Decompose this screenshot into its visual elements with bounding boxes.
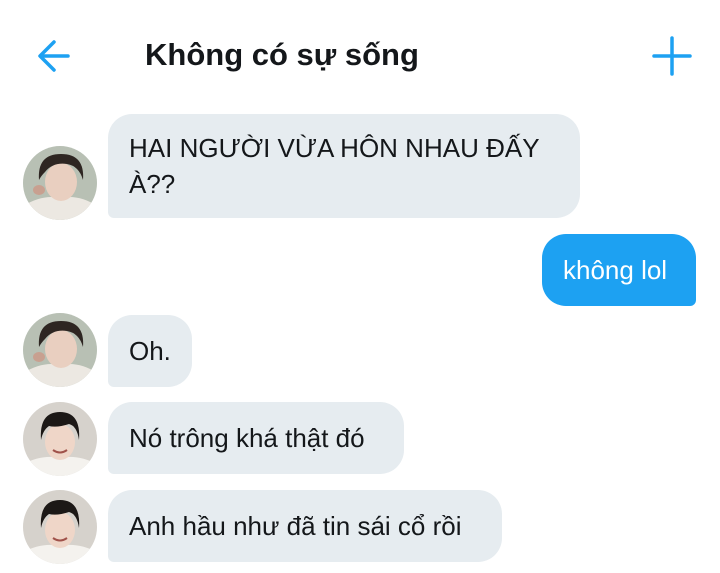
- avatar[interactable]: [23, 490, 97, 564]
- message-text: không lol: [563, 255, 668, 285]
- outgoing-message-bubble[interactable]: không lol: [542, 234, 696, 306]
- message-text: Oh.: [129, 336, 171, 366]
- conversation-header: Không có sự sống: [0, 0, 720, 110]
- add-button[interactable]: [650, 34, 694, 78]
- message-text: Anh hầu như đã tin sái cổ rồi: [129, 511, 462, 541]
- plus-icon: [652, 36, 692, 76]
- message-bubble[interactable]: Anh hầu như đã tin sái cổ rồi: [108, 490, 502, 562]
- message-bubble[interactable]: Oh.: [108, 315, 192, 387]
- avatar[interactable]: [23, 402, 97, 476]
- message-text: Nó trông khá thật đó: [129, 423, 365, 453]
- message-text: HAI NGƯỜI VỪA HÔN NHAU ĐẤY: [129, 133, 540, 163]
- avatar[interactable]: [23, 313, 97, 387]
- conversation-title: Không có sự sống: [145, 37, 419, 72]
- message-bubble[interactable]: Nó trông khá thật đó: [108, 402, 404, 474]
- back-button[interactable]: [34, 36, 78, 76]
- message-bubble[interactable]: HAI NGƯỜI VỪA HÔN NHAU ĐẤY À??: [108, 114, 580, 218]
- message-text: À??: [129, 169, 176, 199]
- arrow-left-icon: [38, 40, 70, 72]
- avatar[interactable]: [23, 146, 97, 220]
